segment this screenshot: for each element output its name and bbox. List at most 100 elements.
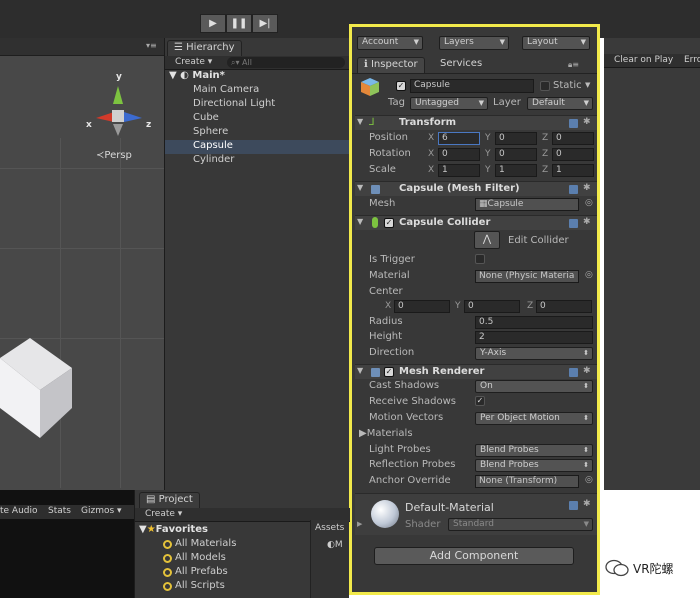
help-book-icon[interactable] — [569, 119, 578, 128]
hierarchy-item-directional-light[interactable]: Directional Light — [193, 98, 275, 112]
gear-icon[interactable]: ✱ — [583, 366, 591, 376]
clear-on-play-button[interactable]: Clear on Play — [614, 55, 673, 65]
step-button[interactable]: ▶| — [252, 14, 278, 33]
scene-gizmo[interactable] — [84, 74, 156, 144]
mesh-filter-header[interactable]: ▼ Capsule (Mesh Filter) ✱ — [355, 181, 597, 196]
anchor-override-field[interactable]: None (Transform) — [475, 475, 579, 488]
favorite-all-models[interactable]: All Models — [175, 552, 226, 563]
scale-y-field[interactable]: 1 — [495, 164, 537, 177]
project-create-button[interactable]: Create ▾ — [145, 509, 182, 519]
help-book-icon[interactable] — [569, 501, 578, 510]
object-picker-icon[interactable]: ◎ — [585, 475, 593, 485]
static-checkbox[interactable] — [540, 81, 550, 91]
gizmo-y-cone[interactable] — [113, 86, 123, 104]
position-x-field[interactable]: 6 — [438, 132, 480, 145]
receive-shadows-checkbox[interactable]: ✓ — [475, 396, 485, 406]
gear-icon[interactable]: ✱ — [583, 117, 591, 127]
gear-icon[interactable]: ✱ — [583, 499, 591, 509]
help-book-icon[interactable] — [569, 185, 578, 194]
scene-root[interactable]: ▼ ◐ Main* — [169, 70, 225, 81]
asset-item[interactable]: ◐M — [327, 540, 343, 550]
persp-toggle[interactable]: ≺Persp — [96, 150, 132, 161]
gear-icon[interactable]: ✱ — [583, 183, 591, 193]
mute-audio-toggle[interactable]: te Audio — [0, 506, 38, 516]
renderer-enabled-checkbox[interactable]: ✓ — [384, 367, 394, 377]
layers-dropdown[interactable]: Layers ▼ — [439, 36, 509, 50]
lock-icon[interactable]: 🔒︎≡ — [568, 60, 579, 70]
cube-object[interactable] — [0, 328, 80, 438]
account-dropdown[interactable]: Account ▼ — [357, 36, 423, 50]
gizmos-dropdown[interactable]: Gizmos ▾ — [81, 506, 122, 516]
favorite-all-prefabs[interactable]: All Prefabs — [175, 566, 228, 577]
play-button[interactable]: ▶ — [200, 14, 226, 33]
scale-x-field[interactable]: 1 — [438, 164, 480, 177]
center-z-field[interactable]: 0 — [536, 300, 592, 313]
hierarchy-item-capsule[interactable]: Capsule — [193, 140, 233, 154]
shader-dropdown[interactable]: Standard ▼ — [448, 518, 593, 531]
hierarchy-panel: ☰ Hierarchy Create ▾ ⌕▾ All ▼ ◐ Main* Ma… — [164, 38, 351, 490]
mesh-object-field[interactable]: ▦Capsule — [475, 198, 579, 211]
static-dropdown-icon[interactable]: ▼ — [585, 81, 590, 89]
materials-foldout[interactable]: ▶Materials — [359, 428, 413, 439]
hierarchy-search-input[interactable]: ⌕▾ All — [227, 57, 345, 68]
tab-hierarchy[interactable]: ☰ Hierarchy — [167, 40, 242, 56]
layout-dropdown[interactable]: Layout ▼ — [522, 36, 590, 50]
gizmo-neg-y-cone[interactable] — [113, 124, 123, 136]
active-checkbox[interactable]: ✓ — [396, 81, 406, 91]
center-x-field[interactable]: 0 — [394, 300, 450, 313]
help-book-icon[interactable] — [569, 368, 578, 377]
help-book-icon[interactable] — [569, 219, 578, 228]
gear-icon[interactable]: ✱ — [583, 217, 591, 227]
assets-breadcrumb[interactable]: Assets — [315, 523, 344, 533]
favorites-root[interactable]: ▼★Favorites — [139, 524, 208, 535]
gizmo-center[interactable] — [112, 110, 124, 122]
scene-view[interactable]: y x z ≺Persp — [0, 38, 164, 490]
add-component-button[interactable]: Add Component — [374, 547, 574, 565]
center-y-field[interactable]: 0 — [464, 300, 520, 313]
collider-enabled-checkbox[interactable]: ✓ — [384, 218, 394, 228]
rotation-y-field[interactable]: 0 — [495, 148, 537, 161]
gizmo-z-cone[interactable] — [124, 112, 142, 122]
scale-z-field[interactable]: 1 — [552, 164, 594, 177]
light-probes-dropdown[interactable]: Blend Probes ⬍ — [475, 444, 593, 457]
axis-z-label: Z — [542, 165, 549, 175]
radius-field[interactable]: 0.5 — [475, 316, 593, 329]
gizmo-x-cone[interactable] — [96, 112, 114, 122]
tab-services[interactable]: Services — [434, 57, 488, 73]
pause-button[interactable]: ❚❚ — [226, 14, 252, 33]
transform-header[interactable]: ▼ ⅃ Transform ✱ — [355, 115, 597, 130]
object-picker-icon[interactable]: ◎ — [585, 270, 593, 280]
hierarchy-item-cube[interactable]: Cube — [193, 112, 219, 126]
rotation-z-field[interactable]: 0 — [552, 148, 594, 161]
layer-dropdown[interactable]: Default ▼ — [527, 97, 593, 110]
hierarchy-item-sphere[interactable]: Sphere — [193, 126, 228, 140]
direction-dropdown[interactable]: Y-Axis ⬍ — [475, 347, 593, 360]
rotation-x-field[interactable]: 0 — [438, 148, 480, 161]
foldout-right-icon[interactable]: ▶ — [357, 520, 362, 528]
object-picker-icon[interactable]: ◎ — [585, 198, 593, 208]
chevron-updown-icon: ⬍ — [583, 414, 589, 422]
object-name-field[interactable]: Capsule — [410, 79, 534, 93]
tab-inspector[interactable]: ℹ Inspector — [357, 57, 425, 73]
panel-menu-icon[interactable]: ▾≡ — [146, 41, 157, 50]
tab-project[interactable]: ▤ Project — [139, 492, 200, 508]
favorite-all-materials[interactable]: All Materials — [175, 538, 236, 549]
edit-collider-button[interactable]: ⋀ — [474, 231, 500, 249]
physic-material-field[interactable]: None (Physic Materia — [475, 270, 579, 283]
stats-toggle[interactable]: Stats — [48, 506, 71, 516]
mesh-renderer-header[interactable]: ▼ ✓ Mesh Renderer ✱ — [355, 364, 597, 379]
reflection-probes-dropdown[interactable]: Blend Probes ⬍ — [475, 459, 593, 472]
error-toggle[interactable]: Erro — [684, 55, 700, 65]
position-y-field[interactable]: 0 — [495, 132, 537, 145]
hierarchy-item-main-camera[interactable]: Main Camera — [193, 84, 259, 98]
position-z-field[interactable]: 0 — [552, 132, 594, 145]
favorite-all-scripts[interactable]: All Scripts — [175, 580, 225, 591]
hierarchy-item-cylinder[interactable]: Cylinder — [193, 154, 234, 168]
is-trigger-checkbox[interactable] — [475, 254, 485, 264]
cast-shadows-dropdown[interactable]: On ⬍ — [475, 380, 593, 393]
height-field[interactable]: 2 — [475, 331, 593, 344]
capsule-collider-header[interactable]: ▼ ✓ Capsule Collider ✱ — [355, 215, 597, 230]
hierarchy-create-button[interactable]: Create ▾ — [175, 57, 212, 67]
tag-dropdown[interactable]: Untagged ▼ — [410, 97, 488, 110]
motion-vectors-dropdown[interactable]: Per Object Motion ⬍ — [475, 412, 593, 425]
